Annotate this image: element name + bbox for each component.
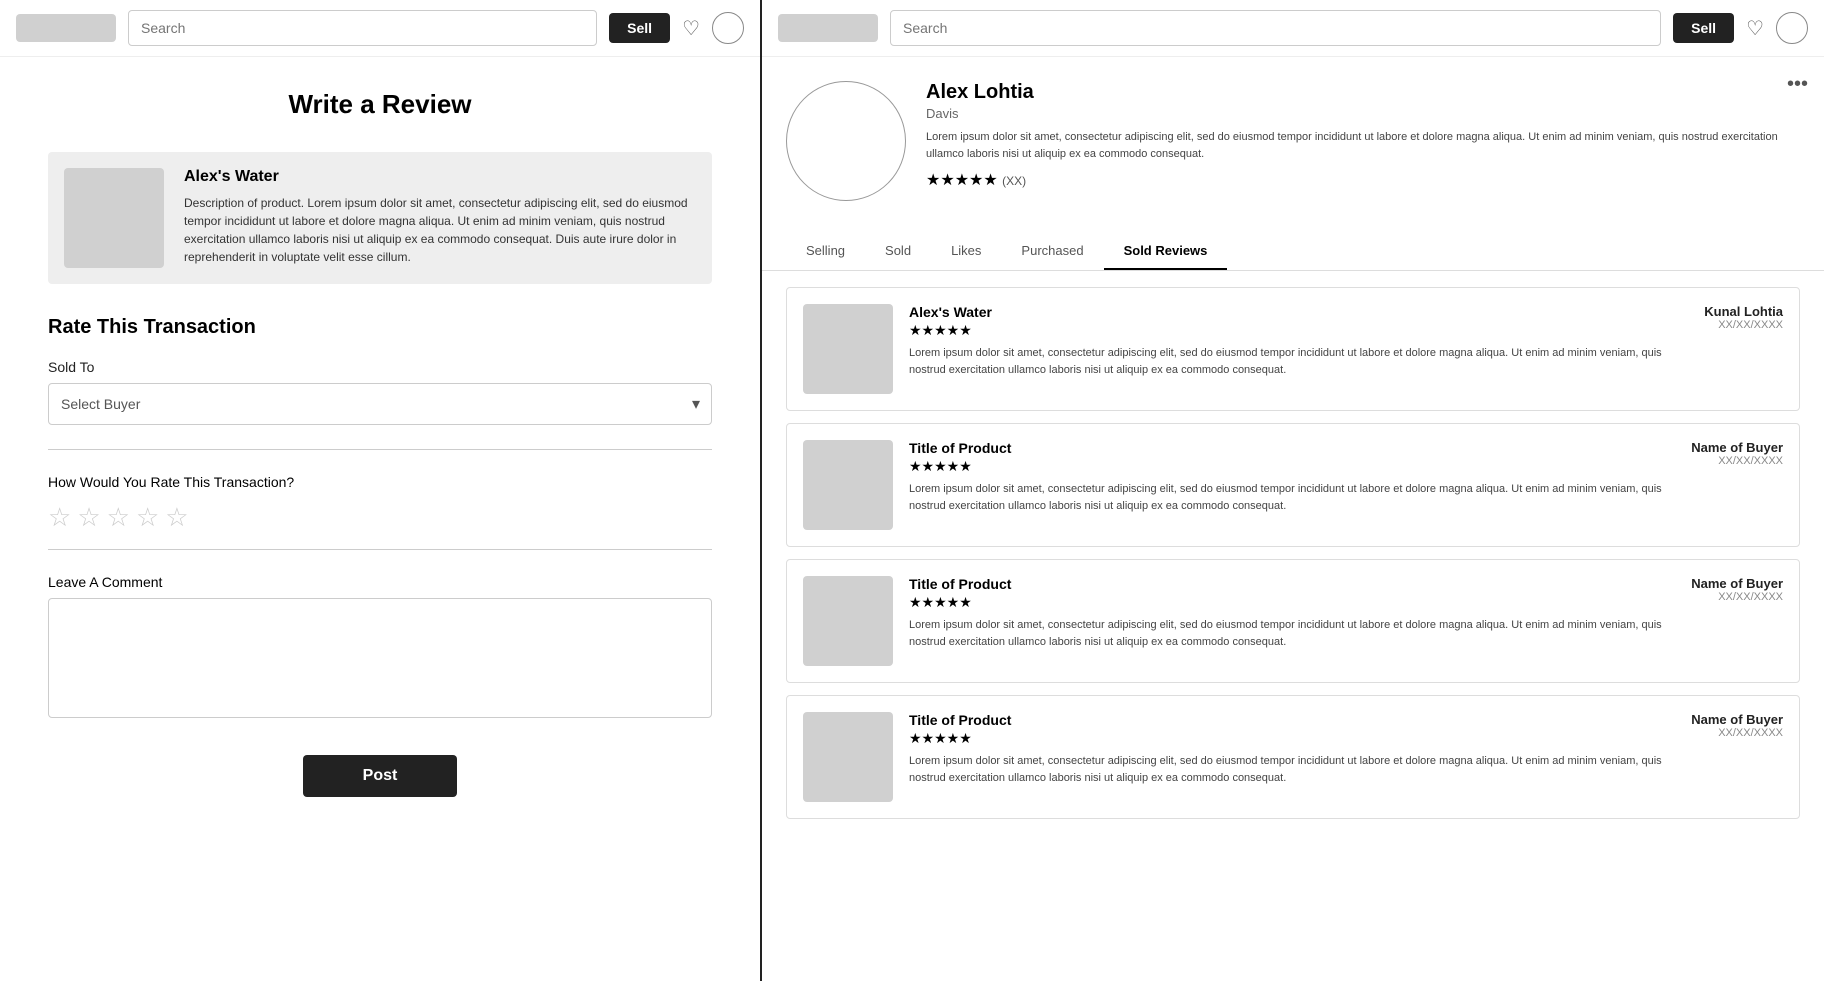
review-date: XX/XX/XXXX [1718, 727, 1783, 739]
review-date: XX/XX/XXXX [1718, 319, 1783, 331]
tab-purchased[interactable]: Purchased [1001, 233, 1103, 270]
review-content: Title of Product ★★★★★ Lorem ipsum dolor… [909, 712, 1675, 802]
star-4[interactable]: ☆ [136, 502, 159, 533]
comment-label: Leave A Comment [48, 574, 712, 590]
review-product-title: Alex's Water [909, 304, 1688, 320]
review-text: Lorem ipsum dolor sit amet, consectetur … [909, 617, 1675, 650]
review-product-image [803, 576, 893, 666]
review-card: Title of Product ★★★★★ Lorem ipsum dolor… [786, 695, 1800, 819]
comment-textarea[interactable] [48, 598, 712, 718]
review-stars: ★★★★★ [909, 594, 1675, 611]
review-text: Lorem ipsum dolor sit amet, consectetur … [909, 481, 1675, 514]
profile-review-count: (XX) [1002, 174, 1026, 188]
left-panel: Sell ♡ Write a Review Alex's Water Descr… [0, 0, 762, 981]
product-description: Description of product. Lorem ipsum dolo… [184, 194, 696, 266]
profile-stars: ★★★★★ [926, 172, 998, 189]
profile-avatar [786, 81, 906, 201]
tab-sold[interactable]: Sold [865, 233, 931, 270]
review-product-image [803, 304, 893, 394]
profile-name: Alex Lohtia [926, 81, 1800, 104]
select-buyer-dropdown[interactable]: Select Buyer [48, 383, 712, 425]
star-3[interactable]: ☆ [107, 502, 130, 533]
review-product-title: Title of Product [909, 440, 1675, 456]
product-card: Alex's Water Description of product. Lor… [48, 152, 712, 284]
rate-section: Rate This Transaction Sold To Select Buy… [48, 316, 712, 723]
review-product-image [803, 440, 893, 530]
divider-1 [48, 449, 712, 450]
left-heart-icon[interactable]: ♡ [682, 16, 700, 41]
review-meta: Name of Buyer XX/XX/XXXX [1691, 712, 1783, 802]
left-content: Write a Review Alex's Water Description … [0, 57, 760, 981]
right-heart-icon[interactable]: ♡ [1746, 16, 1764, 41]
product-title: Alex's Water [184, 168, 696, 186]
post-button[interactable]: Post [303, 755, 458, 797]
review-stars: ★★★★★ [909, 322, 1688, 339]
review-stars: ★★★★★ [909, 458, 1675, 475]
review-buyer-name: Name of Buyer [1691, 576, 1783, 591]
review-buyer-name: Kunal Lohtia [1704, 304, 1783, 319]
review-card: Title of Product ★★★★★ Lorem ipsum dolor… [786, 423, 1800, 547]
sold-to-label: Sold To [48, 359, 712, 375]
star-rating[interactable]: ☆ ☆ ☆ ☆ ☆ [48, 502, 712, 533]
tab-sold-reviews[interactable]: Sold Reviews [1104, 233, 1228, 270]
rate-section-title: Rate This Transaction [48, 316, 712, 339]
star-5[interactable]: ☆ [165, 502, 188, 533]
product-info: Alex's Water Description of product. Lor… [184, 168, 696, 268]
star-1[interactable]: ☆ [48, 502, 71, 533]
review-content: Title of Product ★★★★★ Lorem ipsum dolor… [909, 576, 1675, 666]
divider-2 [48, 549, 712, 550]
rating-question: How Would You Rate This Transaction? [48, 474, 712, 490]
left-search-input[interactable] [128, 10, 597, 46]
review-product-image [803, 712, 893, 802]
review-date: XX/XX/XXXX [1718, 455, 1783, 467]
review-date: XX/XX/XXXX [1718, 591, 1783, 603]
right-sell-button[interactable]: Sell [1673, 13, 1734, 43]
review-buyer-name: Name of Buyer [1691, 712, 1783, 727]
right-avatar[interactable] [1776, 12, 1808, 44]
product-image [64, 168, 164, 268]
more-options-button[interactable]: ••• [1787, 73, 1808, 96]
profile-info: Alex Lohtia Davis Lorem ipsum dolor sit … [926, 81, 1800, 201]
review-meta: Name of Buyer XX/XX/XXXX [1691, 576, 1783, 666]
profile-location: Davis [926, 106, 1800, 121]
right-panel: Sell ♡ Alex Lohtia Davis Lorem ipsum dol… [762, 0, 1824, 981]
profile-bio: Lorem ipsum dolor sit amet, consectetur … [926, 129, 1800, 162]
star-2[interactable]: ☆ [77, 502, 100, 533]
left-navbar: Sell ♡ [0, 0, 760, 57]
review-card: Alex's Water ★★★★★ Lorem ipsum dolor sit… [786, 287, 1800, 411]
review-product-title: Title of Product [909, 576, 1675, 592]
review-text: Lorem ipsum dolor sit amet, consectetur … [909, 753, 1675, 786]
reviews-list: Alex's Water ★★★★★ Lorem ipsum dolor sit… [762, 271, 1824, 981]
review-content: Alex's Water ★★★★★ Lorem ipsum dolor sit… [909, 304, 1688, 394]
review-card: Title of Product ★★★★★ Lorem ipsum dolor… [786, 559, 1800, 683]
review-meta: Kunal Lohtia XX/XX/XXXX [1704, 304, 1783, 394]
tab-selling[interactable]: Selling [786, 233, 865, 270]
profile-tabs: Selling Sold Likes Purchased Sold Review… [762, 217, 1824, 271]
right-search-input[interactable] [890, 10, 1661, 46]
post-btn-wrapper: Post [48, 755, 712, 797]
review-content: Title of Product ★★★★★ Lorem ipsum dolor… [909, 440, 1675, 530]
left-sell-button[interactable]: Sell [609, 13, 670, 43]
review-text: Lorem ipsum dolor sit amet, consectetur … [909, 345, 1688, 378]
right-logo [778, 14, 878, 42]
left-logo [16, 14, 116, 42]
review-stars: ★★★★★ [909, 730, 1675, 747]
review-product-title: Title of Product [909, 712, 1675, 728]
select-buyer-wrapper: Select Buyer ▾ [48, 383, 712, 425]
page-title: Write a Review [48, 89, 712, 120]
profile-section: Alex Lohtia Davis Lorem ipsum dolor sit … [762, 57, 1824, 201]
left-avatar[interactable] [712, 12, 744, 44]
right-navbar: Sell ♡ [762, 0, 1824, 57]
review-buyer-name: Name of Buyer [1691, 440, 1783, 455]
review-meta: Name of Buyer XX/XX/XXXX [1691, 440, 1783, 530]
tab-likes[interactable]: Likes [931, 233, 1001, 270]
